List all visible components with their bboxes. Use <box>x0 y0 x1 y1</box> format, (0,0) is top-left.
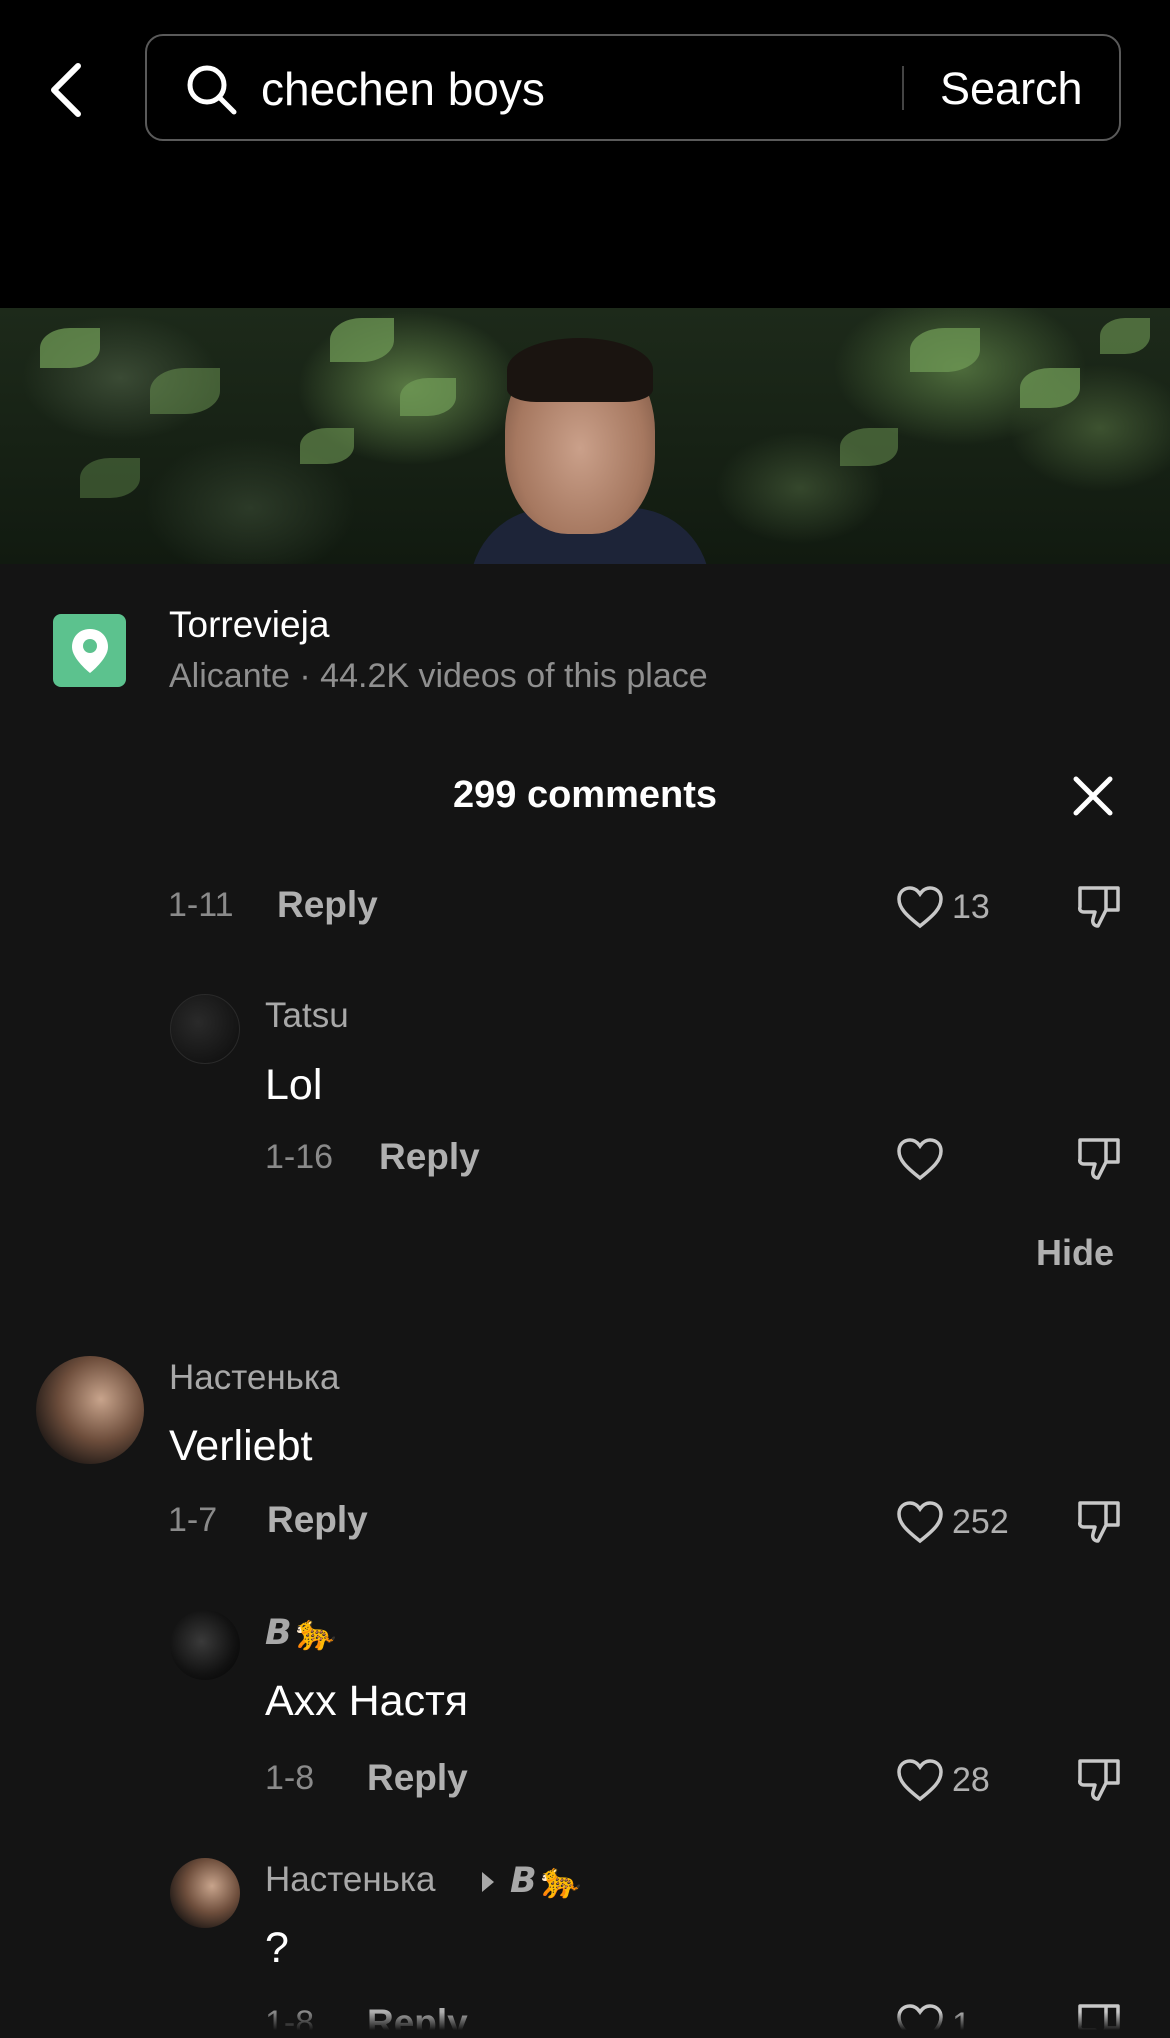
comment-username[interactable]: 𝘽🐆 <box>265 1612 335 1653</box>
comment-date: 1-7 <box>168 1501 218 1539</box>
heart-icon <box>897 886 943 929</box>
search-box[interactable]: chechen boys Search <box>145 34 1121 141</box>
dislike-icon[interactable] <box>1074 1497 1124 1547</box>
close-icon[interactable] <box>1070 773 1116 819</box>
comment-date: 1-11 <box>168 886 234 924</box>
like-button[interactable]: 13 <box>896 882 990 932</box>
reply-button[interactable]: Reply <box>367 1757 468 1799</box>
comment-username[interactable]: Tatsu <box>265 996 349 1036</box>
location-pin-icon <box>53 614 126 687</box>
like-count: 28 <box>952 1760 990 1799</box>
comments-sheet: Torrevieja Alicante · 44.2K videos of th… <box>0 564 1170 2038</box>
heart-icon <box>897 1759 943 1802</box>
avatar[interactable] <box>170 1858 240 1928</box>
reply-arrow-icon <box>482 1872 494 1892</box>
dislike-icon[interactable] <box>1074 1134 1124 1184</box>
search-divider <box>902 66 904 110</box>
comments-header: 299 comments <box>0 759 1170 839</box>
comment-username[interactable]: Настенька <box>169 1358 339 1398</box>
avatar[interactable] <box>170 1610 240 1680</box>
search-icon <box>187 65 237 115</box>
comment-text: Ахх Настя <box>265 1677 469 1725</box>
reply-button[interactable]: Reply <box>277 884 378 926</box>
reply-to-username[interactable]: 𝘽🐆 <box>510 1860 580 1901</box>
comment-date: 1-16 <box>265 1138 334 1176</box>
top-bar: chechen boys Search <box>0 0 1170 308</box>
comment-text: ? <box>265 1924 289 1972</box>
video-preview[interactable] <box>0 308 1170 564</box>
comment-username[interactable]: Настенька <box>265 1860 435 1900</box>
search-input[interactable]: chechen boys <box>261 61 545 117</box>
place-title: Torrevieja <box>169 604 330 645</box>
like-count: 13 <box>952 887 990 926</box>
person-hair <box>507 338 653 402</box>
heart-icon <box>897 1138 943 1181</box>
like-button[interactable]: 252 <box>896 1497 1009 1547</box>
search-button[interactable]: Search <box>940 61 1083 117</box>
avatar[interactable] <box>170 994 240 1064</box>
list-fade <box>0 2012 1170 2038</box>
chevron-left-icon <box>51 63 81 117</box>
comment-date: 1-8 <box>265 1759 315 1797</box>
heart-icon <box>897 1501 943 1544</box>
place-subtitle: Alicante · 44.2K videos of this place <box>169 657 708 695</box>
like-count: 252 <box>952 1502 1009 1541</box>
reply-button[interactable]: Reply <box>267 1499 368 1541</box>
avatar[interactable] <box>36 1356 144 1464</box>
dislike-icon[interactable] <box>1074 882 1124 932</box>
comments-count-title: 299 comments <box>452 774 717 816</box>
comment-text: Lol <box>265 1061 323 1109</box>
dislike-icon[interactable] <box>1074 1755 1124 1805</box>
back-button[interactable] <box>40 54 92 126</box>
comment-text: Verliebt <box>169 1422 313 1470</box>
place-anchor[interactable]: Torrevieja Alicante · 44.2K videos of th… <box>0 564 1170 724</box>
hide-replies-button[interactable]: Hide <box>1036 1232 1114 1274</box>
like-button[interactable] <box>896 1134 952 1184</box>
like-button[interactable]: 28 <box>896 1755 990 1805</box>
reply-button[interactable]: Reply <box>379 1136 480 1178</box>
